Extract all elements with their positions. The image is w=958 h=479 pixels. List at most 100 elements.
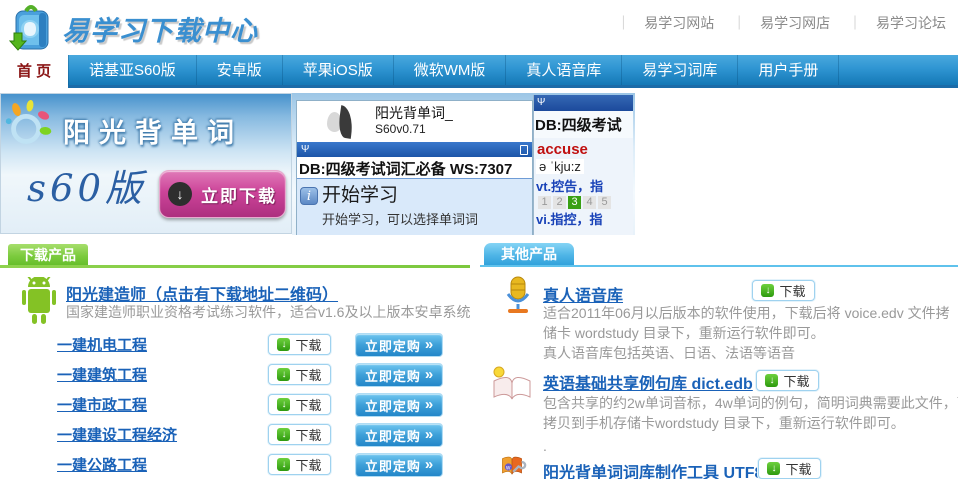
blue-rule xyxy=(480,265,958,267)
nav-item[interactable]: 安卓版 xyxy=(197,55,283,85)
chevron-right-icon: » xyxy=(425,365,433,385)
download-arrow-icon: ↓ xyxy=(277,338,290,351)
order-now-button[interactable]: 立即定购 » xyxy=(355,363,443,387)
order-now-button[interactable]: 立即定购 » xyxy=(355,393,443,417)
main-nav: 首 页 诺基亚S60版 安卓版 苹果iOS版 微软WM版 真人语音库 易学习词库… xyxy=(0,55,958,88)
chevron-right-icon: » xyxy=(425,425,433,445)
download-arrow-icon: ↓ xyxy=(168,182,192,206)
order-now-button[interactable]: 立即定购 » xyxy=(355,333,443,357)
page-number: 5 xyxy=(598,196,611,209)
download-button[interactable]: ↓ 下载 xyxy=(268,454,331,475)
app-title: 阳光背单词_ xyxy=(375,101,532,122)
download-arrow-icon: ↓ xyxy=(277,368,290,381)
nav-item[interactable]: 真人语音库 xyxy=(506,55,622,85)
product-desc-line: 适合2011年06月以后版本的软件使用，下载后将 voice.edv 文件拷 xyxy=(543,303,950,323)
product-link[interactable]: 一建建筑工程 xyxy=(57,364,147,385)
download-arrow-icon: ↓ xyxy=(765,374,778,387)
android-icon xyxy=(16,277,62,327)
word: accuse xyxy=(534,138,633,158)
product-desc: 国家建造师职业资格考试练习软件，适合v1.6及以上版本安卓系统 xyxy=(66,302,470,322)
download-arrow-icon: ↓ xyxy=(277,428,290,441)
top-link[interactable]: ｜易学习网店 xyxy=(718,15,830,31)
product-desc-line: 真人语音库包括英语、日语、法语等语音 xyxy=(543,343,795,363)
top-link-divider: ｜ xyxy=(848,15,862,31)
screenshots-area: 阳光背单词_ S60v0.71 Ψ DB:四级考试词汇必备 WS:7307 i … xyxy=(292,93,635,235)
product-link-dict[interactable]: 英语基础共享例句库 dict.edb xyxy=(543,370,753,394)
nav-item[interactable]: 苹果iOS版 xyxy=(283,55,394,85)
nav-item[interactable]: 易学习词库 xyxy=(622,55,738,85)
book-bulb-icon xyxy=(490,365,532,403)
svg-text:w: w xyxy=(505,465,511,471)
nav-item[interactable]: 用户手册 xyxy=(738,55,839,85)
product-link[interactable]: 一建公路工程 xyxy=(57,454,147,475)
microphone-icon xyxy=(502,276,534,314)
nav-item[interactable]: 微软WM版 xyxy=(394,55,507,85)
app-version: S60v0.71 xyxy=(375,122,532,136)
site-title: 易学习下载中心 xyxy=(62,9,258,48)
chevron-right-icon: » xyxy=(425,335,433,355)
banner-strip: 阳光背单词 s60版 ↓ 立即下载 阳光背单词_ S60v0.71 xyxy=(0,93,958,235)
menu-item: 开始学习 xyxy=(322,183,478,209)
antenna-icon: Ψ xyxy=(301,145,309,155)
status-bar: Ψ xyxy=(534,95,633,111)
battery-icon xyxy=(520,145,528,155)
nav-item[interactable]: 诺基亚S60版 xyxy=(68,55,197,85)
download-button[interactable]: ↓ 下载 xyxy=(268,334,331,355)
menu-desc: 开始学习，可以选择单词词 xyxy=(322,209,478,228)
product-desc-line: 拷贝到手机存储卡wordstudy 目录下，重新运行软件即可。 xyxy=(543,413,905,433)
page: 易学习下载中心 ｜易学习网站 ｜易学习网店 ｜易学习论坛 首 页 诺基亚S60版… xyxy=(0,0,958,479)
banner-edition: s60版 xyxy=(27,158,146,212)
db-info-line: DB:四级考试 xyxy=(534,111,633,138)
product-link[interactable]: 一建市政工程 xyxy=(57,394,147,415)
page-number: 1 xyxy=(538,196,551,209)
download-button[interactable]: ↓ 下载 xyxy=(752,280,815,301)
antenna-icon: Ψ xyxy=(537,97,545,108)
meaning-vt: vt.控告，指 xyxy=(534,176,633,195)
nav-items: 诺基亚S60版 安卓版 苹果iOS版 微软WM版 真人语音库 易学习词库 用户手… xyxy=(68,55,839,85)
download-button[interactable]: ↓ 下载 xyxy=(756,370,819,391)
chevron-right-icon: » xyxy=(425,395,433,415)
download-arrow-icon: ↓ xyxy=(277,398,290,411)
top-links: ｜易学习网站 ｜易学习网店 ｜易学习论坛 xyxy=(602,13,946,33)
tab-other-products: 其他产品 xyxy=(484,243,574,266)
order-now-button[interactable]: 立即定购 » xyxy=(355,453,443,477)
db-info-line: DB:四级考试词汇必备 WS:7307 xyxy=(297,157,532,178)
nav-home[interactable]: 首 页 xyxy=(0,55,68,88)
backpack-download-icon xyxy=(6,3,56,53)
page-number-active: 3 xyxy=(568,196,581,209)
toolkit-book-icon: w xyxy=(492,455,532,479)
status-bar: Ψ xyxy=(297,142,532,157)
tab-download-products: 下载产品 xyxy=(8,244,88,266)
banner-title: 阳光背单词 xyxy=(63,111,243,150)
green-rule xyxy=(0,265,470,268)
pagination: 1 2 3 4 5 xyxy=(534,195,633,209)
page-number: 2 xyxy=(553,196,566,209)
top-link[interactable]: ｜易学习网站 xyxy=(602,15,714,31)
download-arrow-icon: ↓ xyxy=(761,284,774,297)
product-desc-line: 储卡 wordstudy 目录下，重新运行软件即可。 xyxy=(543,323,825,343)
app-logo-icon xyxy=(327,106,361,138)
product-desc-line: . xyxy=(543,436,547,456)
product-link[interactable]: 一建机电工程 xyxy=(57,334,147,355)
order-now-button[interactable]: 立即定购 » xyxy=(355,423,443,447)
top-link[interactable]: ｜易学习论坛 xyxy=(834,15,946,31)
phone-screenshot-1: 阳光背单词_ S60v0.71 Ψ DB:四级考试词汇必备 WS:7307 i … xyxy=(296,100,533,235)
download-button[interactable]: ↓ 下载 xyxy=(268,424,331,445)
top-link-divider: ｜ xyxy=(616,15,630,31)
product-link[interactable]: 一建建设工程经济 xyxy=(57,424,177,445)
product-link-toolkit[interactable]: 阳光背单词词库制作工具 UTF8 xyxy=(543,459,763,479)
meaning-vi: vi.指控，指 xyxy=(534,209,633,228)
page-number: 4 xyxy=(583,196,596,209)
download-arrow-icon: ↓ xyxy=(767,462,780,475)
download-button[interactable]: ↓ 下载 xyxy=(268,364,331,385)
phonetic: ə ˈkju:z xyxy=(536,159,584,174)
download-button[interactable]: ↓ 下载 xyxy=(268,394,331,415)
product-desc-line: 包含共享的约2w单词音标，4w单词的例句，简明词典需要此文件，下 xyxy=(543,393,958,413)
phone-screenshot-2: Ψ DB:四级考试 accuse ə ˈkju:z vt.控告，指 1 2 3 … xyxy=(533,95,633,235)
info-icon: i xyxy=(300,187,318,205)
logo-link[interactable]: 易学习下载中心 xyxy=(6,3,258,53)
header: 易学习下载中心 ｜易学习网站 ｜易学习网店 ｜易学习论坛 xyxy=(0,0,958,55)
sun-logo-icon xyxy=(1,98,59,156)
banner-download-button[interactable]: ↓ 立即下载 xyxy=(159,170,286,218)
download-button[interactable]: ↓ 下载 xyxy=(758,458,821,479)
